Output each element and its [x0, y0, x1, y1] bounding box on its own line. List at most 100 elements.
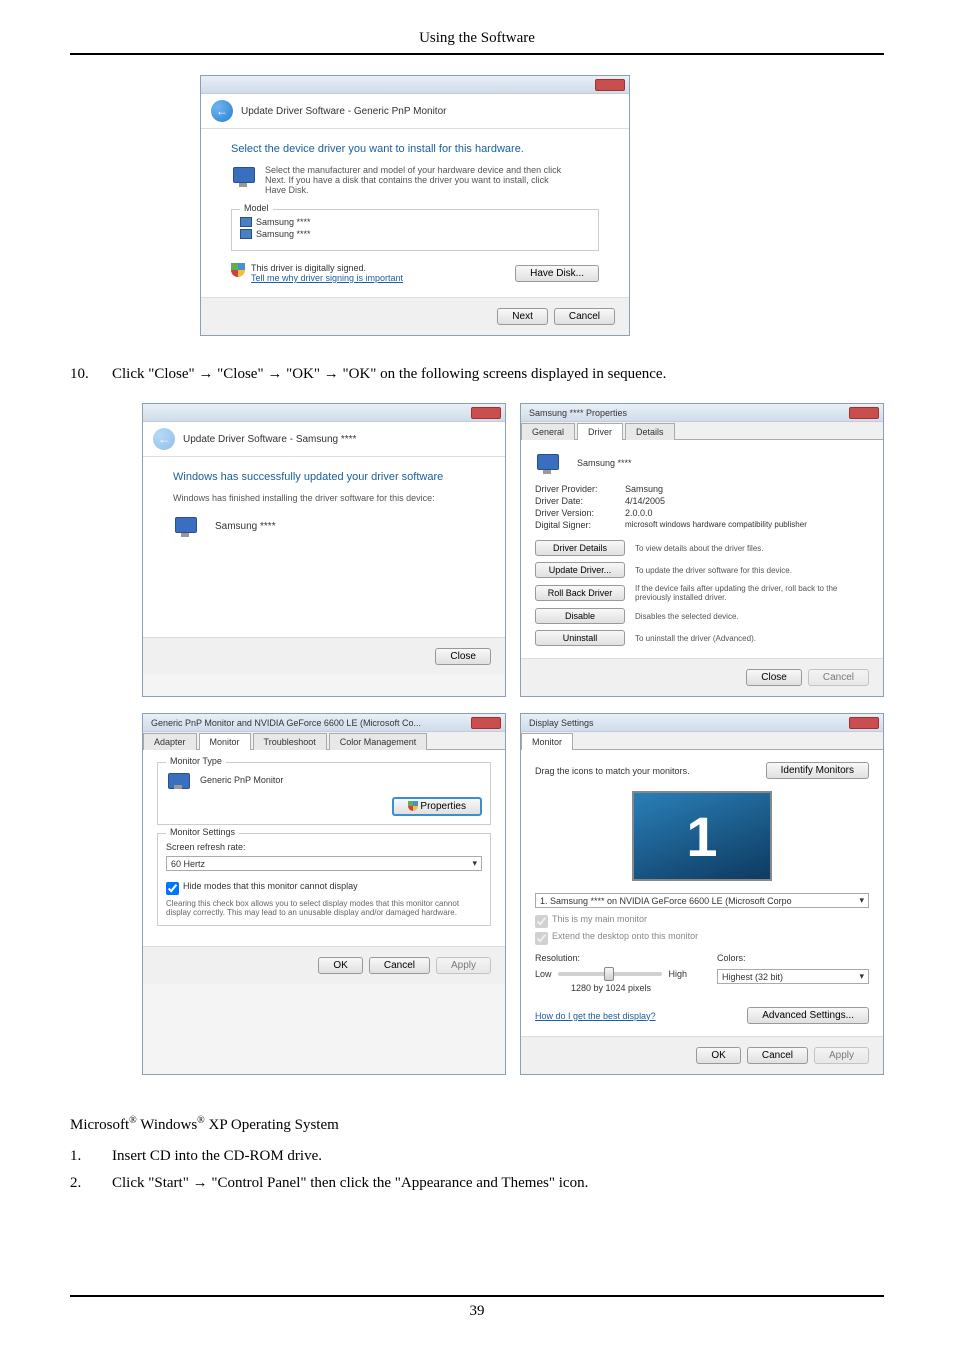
page-header: Using the Software [70, 30, 884, 55]
step-number: 10. [70, 366, 96, 383]
model-name: Samsung **** [256, 217, 311, 227]
cancel-button[interactable]: Cancel [747, 1047, 808, 1064]
titlebar[interactable]: Display Settings [521, 714, 883, 732]
rollback-button[interactable]: Roll Back Driver [535, 585, 625, 601]
uninstall-button[interactable]: Uninstall [535, 630, 625, 646]
breadcrumb-text: Update Driver Software - Generic PnP Mon… [241, 106, 446, 117]
driver-details-desc: To view details about the driver files. [635, 544, 869, 553]
tab-driver[interactable]: Driver [577, 423, 623, 440]
best-display-link[interactable]: How do I get the best display? [535, 1011, 656, 1021]
shield-icon [408, 801, 418, 811]
breadcrumb-bar: ← Update Driver Software - Samsung **** [143, 422, 505, 457]
close-icon[interactable] [471, 407, 501, 419]
monitor-icon [535, 452, 561, 474]
next-button[interactable]: Next [497, 308, 548, 325]
checkbox-input [535, 932, 548, 945]
signer-label: Digital Signer: [535, 520, 625, 530]
dialog-subtext: Windows has finished installing the driv… [173, 493, 475, 503]
version-value: 2.0.0.0 [625, 508, 653, 518]
close-icon[interactable] [849, 407, 879, 419]
tab-monitor[interactable]: Monitor [521, 733, 573, 750]
breadcrumb-bar: ← Update Driver Software - Generic PnP M… [201, 94, 629, 129]
tabs: General Driver Details [521, 422, 883, 440]
slider-low: Low [535, 969, 552, 979]
extend-desktop-checkbox: Extend the desktop onto this monitor [535, 931, 869, 945]
apply-button: Apply [814, 1047, 869, 1064]
update-driver-button[interactable]: Update Driver... [535, 562, 625, 578]
cancel-button[interactable]: Cancel [369, 957, 430, 974]
window-title: Samsung **** Properties [529, 408, 627, 418]
chevron-down-icon: ▾ [859, 895, 864, 906]
hide-modes-label: Hide modes that this monitor cannot disp… [183, 881, 358, 891]
titlebar[interactable]: Generic PnP Monitor and NVIDIA GeForce 6… [143, 714, 505, 732]
disable-button[interactable]: Disable [535, 608, 625, 624]
monitor-type-legend: Monitor Type [166, 756, 226, 766]
model-item[interactable]: Samsung **** [240, 228, 590, 240]
signing-link[interactable]: Tell me why driver signing is important [251, 273, 403, 283]
monitor-icon [240, 229, 252, 239]
step-1: 1. Insert CD into the CD-ROM drive. [70, 1148, 884, 1165]
ok-button[interactable]: OK [318, 957, 362, 974]
monitor-select[interactable]: 1. Samsung **** on NVIDIA GeForce 6600 L… [535, 893, 869, 908]
monitor-icon [166, 771, 186, 789]
tabs: Adapter Monitor Troubleshoot Color Manag… [143, 732, 505, 750]
monitor-icon [173, 515, 199, 537]
back-arrow-icon[interactable]: ← [211, 100, 233, 122]
driver-details-button[interactable]: Driver Details [535, 540, 625, 556]
dialog-display-settings: Display Settings Monitor Drag the icons … [520, 713, 884, 1075]
tab-general[interactable]: General [521, 423, 575, 440]
close-icon[interactable] [471, 717, 501, 729]
colors-select[interactable]: Highest (32 bit) ▾ [717, 969, 869, 984]
window-title: Generic PnP Monitor and NVIDIA GeForce 6… [151, 718, 421, 728]
monitor-icon [231, 165, 257, 187]
model-item[interactable]: Samsung **** [240, 216, 590, 228]
titlebar[interactable]: Samsung **** Properties [521, 404, 883, 422]
back-arrow-icon[interactable]: ← [153, 428, 175, 450]
step-text: Click "Close" → "Close" → "OK" → "OK" on… [112, 366, 666, 383]
close-icon[interactable] [849, 717, 879, 729]
signer-value: microsoft windows hardware compatibility… [625, 520, 807, 530]
monitor-select-value: 1. Samsung **** on NVIDIA GeForce 6600 L… [540, 896, 792, 906]
step-text: Insert CD into the CD-ROM drive. [112, 1148, 322, 1165]
tab-troubleshoot[interactable]: Troubleshoot [253, 733, 327, 750]
step-10: 10. Click "Close" → "Close" → "OK" → "OK… [70, 366, 884, 383]
monitor-icon [240, 217, 252, 227]
close-button[interactable]: Close [435, 648, 491, 665]
slider-high: High [668, 969, 687, 979]
model-fieldset: Model Samsung **** Samsung **** [231, 209, 599, 251]
advanced-settings-button[interactable]: Advanced Settings... [747, 1007, 869, 1024]
refresh-select[interactable]: 60 Hertz ▾ [166, 856, 482, 871]
have-disk-button[interactable]: Have Disk... [515, 265, 599, 282]
monitor-preview[interactable]: 1 [632, 791, 772, 881]
slider-thumb[interactable] [604, 967, 614, 981]
tabs: Monitor [521, 732, 883, 750]
close-button[interactable]: Close [746, 669, 802, 686]
ok-button[interactable]: OK [696, 1047, 740, 1064]
page-footer: 39 [70, 1295, 884, 1320]
update-driver-desc: To update the driver software for this d… [635, 566, 869, 575]
checkbox-input[interactable] [166, 882, 179, 895]
tab-monitor[interactable]: Monitor [199, 733, 251, 750]
os-heading: Microsoft® Windows® XP Operating System [70, 1115, 884, 1134]
properties-button[interactable]: Properties [392, 797, 482, 816]
uninstall-desc: To uninstall the driver (Advanced). [635, 634, 869, 643]
chevron-down-icon: ▾ [472, 858, 477, 869]
step-text: Click "Start" → "Control Panel" then cli… [112, 1175, 588, 1192]
close-icon[interactable] [595, 79, 625, 91]
resolution-slider[interactable]: Low High [535, 969, 687, 979]
tab-adapter[interactable]: Adapter [143, 733, 197, 750]
hide-modes-checkbox[interactable]: Hide modes that this monitor cannot disp… [166, 881, 482, 895]
tab-details[interactable]: Details [625, 423, 675, 440]
cancel-button[interactable]: Cancel [554, 308, 615, 325]
drag-text: Drag the icons to match your monitors. [535, 766, 690, 776]
colors-label: Colors: [717, 953, 869, 963]
titlebar [143, 404, 505, 422]
device-name: Samsung **** [577, 458, 632, 468]
monitor-name: Generic PnP Monitor [200, 775, 283, 785]
dialog-heading: Select the device driver you want to ins… [231, 143, 599, 155]
date-value: 4/14/2005 [625, 496, 665, 506]
chevron-down-icon: ▾ [859, 971, 864, 982]
date-label: Driver Date: [535, 496, 625, 506]
identify-monitors-button[interactable]: Identify Monitors [766, 762, 869, 779]
tab-color-management[interactable]: Color Management [329, 733, 428, 750]
